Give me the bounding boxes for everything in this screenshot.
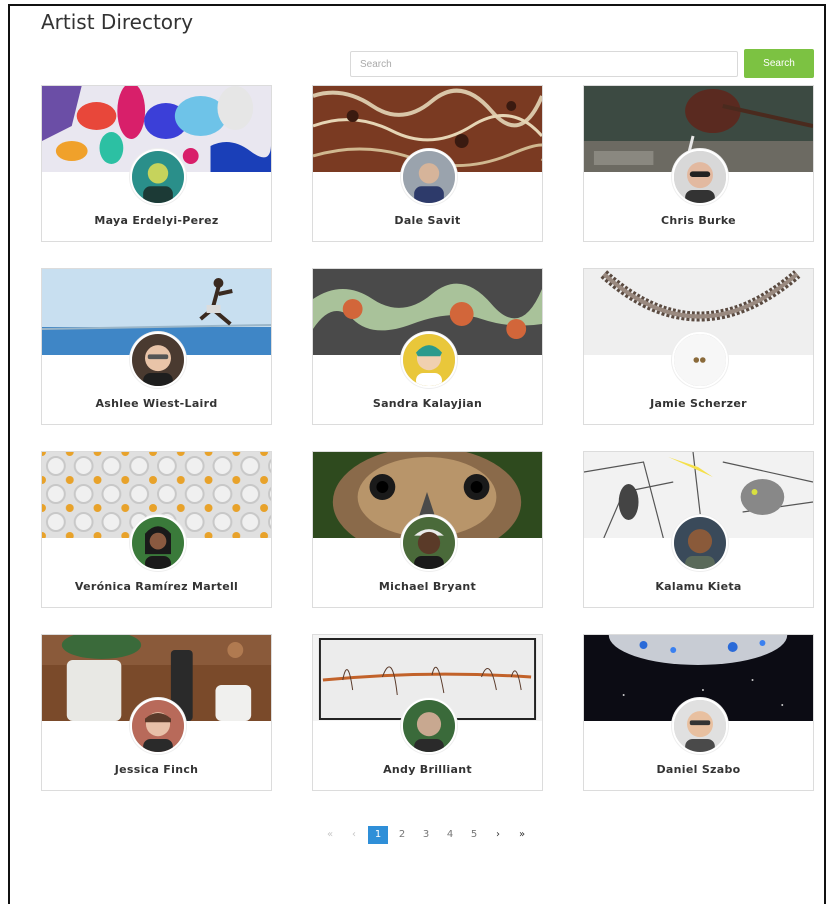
page-link-4[interactable]: 4: [438, 826, 462, 844]
next-page-link[interactable]: ›: [486, 826, 510, 844]
artist-name: Kalamu Kieta: [655, 580, 742, 593]
last-page-link[interactable]: »: [510, 826, 534, 844]
search-input[interactable]: [350, 51, 738, 77]
artist-card[interactable]: Ashlee Wiest-Laird: [41, 268, 272, 425]
artist-name: Jamie Scherzer: [650, 397, 747, 410]
artist-card[interactable]: Michael Bryant: [312, 451, 543, 608]
artist-card[interactable]: Dale Savit: [312, 85, 543, 242]
artist-avatar: [401, 515, 457, 571]
page-link-5[interactable]: 5: [462, 826, 486, 844]
artist-name: Michael Bryant: [378, 580, 477, 593]
artist-name: Chris Burke: [661, 214, 736, 227]
artist-avatar: [672, 149, 728, 205]
page-link-3[interactable]: 3: [414, 826, 438, 844]
artist-avatar: [130, 698, 186, 754]
prev-page-link[interactable]: ‹: [342, 826, 366, 844]
artist-name: Daniel Szabo: [656, 763, 741, 776]
artist-card[interactable]: Andy Brilliant: [312, 634, 543, 791]
artist-name: Dale Savit: [394, 214, 461, 227]
artist-avatar: [130, 332, 186, 388]
artist-card[interactable]: Verónica Ramírez Martell: [41, 451, 272, 608]
page-title: Artist Directory: [41, 10, 194, 34]
page-link-2[interactable]: 2: [390, 826, 414, 844]
artist-avatar: [672, 332, 728, 388]
artist-name: Maya Erdelyi-Perez: [94, 214, 219, 227]
artist-card[interactable]: Daniel Szabo: [583, 634, 814, 791]
artist-name: Andy Brilliant: [383, 763, 472, 776]
artist-name: Ashlee Wiest-Laird: [95, 397, 218, 410]
artist-avatar: [672, 515, 728, 571]
artist-name: Verónica Ramírez Martell: [74, 580, 239, 593]
artist-card[interactable]: Chris Burke: [583, 85, 814, 242]
artist-avatar: [401, 698, 457, 754]
artist-card[interactable]: Sandra Kalayjian: [312, 268, 543, 425]
artist-card[interactable]: Kalamu Kieta: [583, 451, 814, 608]
artist-name: Jessica Finch: [114, 763, 199, 776]
artist-card[interactable]: Jessica Finch: [41, 634, 272, 791]
artist-card[interactable]: Jamie Scherzer: [583, 268, 814, 425]
artist-avatar: [672, 698, 728, 754]
first-page-link[interactable]: «: [318, 826, 342, 844]
artist-avatar: [401, 332, 457, 388]
artist-name: Sandra Kalayjian: [372, 397, 483, 410]
pagination: « ‹ 1 2 3 4 5 › »: [318, 826, 534, 844]
page-link-1[interactable]: 1: [368, 826, 388, 844]
search-button[interactable]: Search: [744, 49, 814, 78]
artist-card[interactable]: Maya Erdelyi-Perez: [41, 85, 272, 242]
artist-avatar: [130, 515, 186, 571]
artist-avatar: [130, 149, 186, 205]
artist-avatar: [401, 149, 457, 205]
artist-grid: Maya Erdelyi-Perez Dale Savit Chris Burk…: [41, 85, 814, 795]
